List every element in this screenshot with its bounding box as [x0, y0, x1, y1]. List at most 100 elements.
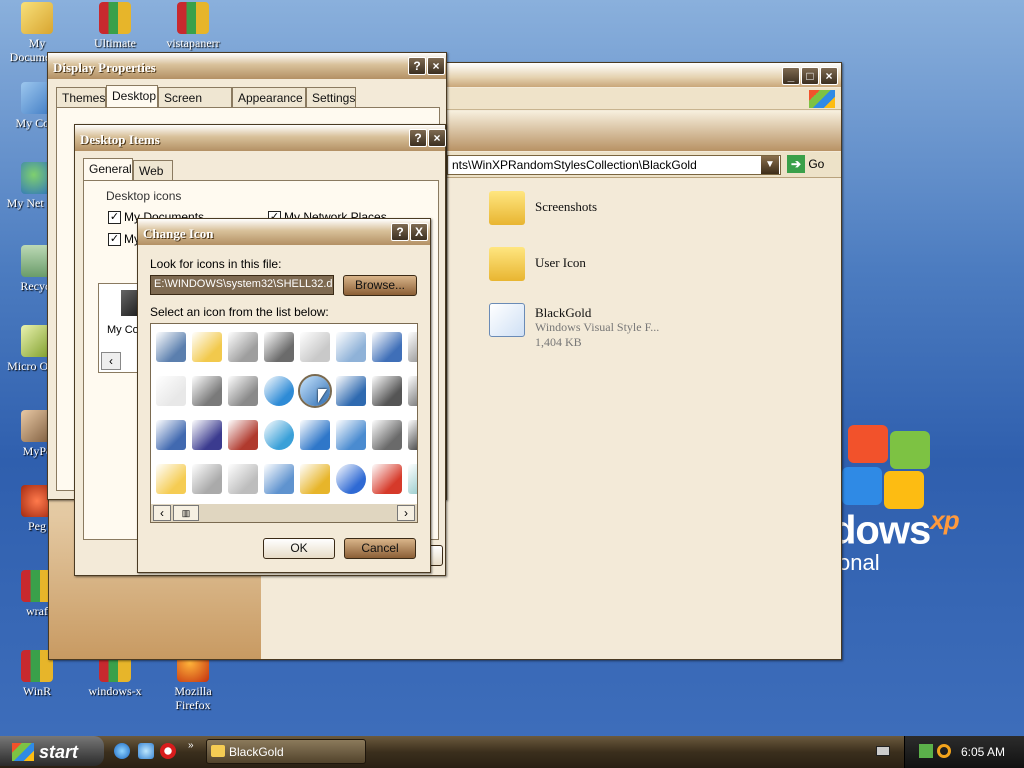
- scroll-thumb[interactable]: ▥: [173, 505, 199, 521]
- drive-disconnect-icon[interactable]: [228, 420, 258, 450]
- clock-icon[interactable]: [336, 332, 366, 362]
- file-size: 1,404 KB: [535, 335, 582, 349]
- file-name: User Icon: [535, 255, 586, 270]
- maximize-button[interactable]: □: [801, 67, 819, 85]
- windows-flag-icon: [809, 90, 835, 108]
- desktop-icon[interactable]: vistapanerr: [156, 2, 230, 50]
- partial-icon[interactable]: [408, 464, 417, 494]
- task-button-blackgold[interactable]: BlackGold: [206, 739, 366, 764]
- scroll-right-button[interactable]: ›: [397, 505, 415, 521]
- preview-label: My Co: [107, 324, 139, 336]
- window-icon[interactable]: [156, 332, 186, 362]
- file-name: BlackGold: [535, 305, 592, 320]
- blank-icon[interactable]: [408, 332, 417, 362]
- clock-small-icon[interactable]: [408, 420, 417, 450]
- windows-flag-icon: [12, 743, 34, 762]
- scanner-icon[interactable]: [372, 420, 402, 450]
- chip-icon[interactable]: [264, 332, 294, 362]
- browse-button[interactable]: Browse...: [343, 275, 417, 296]
- horizontal-scrollbar[interactable]: ‹ ▥ ›: [151, 504, 417, 522]
- file-name: Screenshots: [535, 199, 598, 214]
- tab-settings[interactable]: Settings: [306, 87, 356, 107]
- help-button[interactable]: ?: [409, 129, 427, 147]
- network-drive-icon[interactable]: [192, 376, 222, 406]
- minimize-button[interactable]: _: [782, 67, 800, 85]
- file-list: Screenshots User Icon BlackGold Windows Vis…: [485, 183, 825, 383]
- desktop-icon-label: WinR: [22, 684, 52, 698]
- tab-appearance[interactable]: Appearance: [232, 87, 306, 107]
- cd-drive-icon[interactable]: [228, 464, 258, 494]
- address-input[interactable]: nts\WinXPRandomStylesCollection\BlackGol…: [447, 155, 781, 175]
- quicklaunch-ie-icon[interactable]: [114, 743, 130, 759]
- search-tray-icon[interactable]: [937, 744, 951, 758]
- ok-button[interactable]: OK: [263, 538, 335, 559]
- desktop-icons-group-label: Desktop icons: [106, 189, 182, 203]
- file-item[interactable]: Screenshots: [485, 187, 785, 241]
- printer-icon[interactable]: [300, 332, 330, 362]
- tab-screen-saver[interactable]: Screen Saver: [158, 87, 232, 119]
- network-tray-icon[interactable]: [919, 744, 933, 758]
- document-icon[interactable]: [156, 376, 186, 406]
- help-button[interactable]: ?: [391, 223, 409, 241]
- windows-logo-subtext: onal: [838, 550, 880, 575]
- folder-icon[interactable]: [192, 332, 222, 362]
- tab-general[interactable]: General: [83, 158, 133, 180]
- file-path-input[interactable]: E:\WINDOWS\system32\SHELL32.dll: [150, 275, 334, 295]
- window-app-icon[interactable]: [372, 332, 402, 362]
- mouse-globe-icon[interactable]: [264, 420, 294, 450]
- folder-icon[interactable]: [156, 464, 186, 494]
- close-button[interactable]: ×: [428, 129, 446, 147]
- close-button[interactable]: ×: [820, 67, 838, 85]
- tab-themes[interactable]: Themes: [56, 87, 106, 107]
- tab-web[interactable]: Web: [133, 160, 173, 180]
- file-item[interactable]: BlackGold Windows Visual Style F... 1,404 …: [485, 299, 785, 353]
- go-button[interactable]: ➔ Go: [787, 155, 837, 175]
- go-arrow-icon: ➔: [787, 155, 805, 173]
- shortcut-icon[interactable]: [408, 376, 417, 406]
- magnifier-icon[interactable]: [336, 420, 366, 450]
- desktop-icon-label: windows-x: [88, 684, 142, 698]
- desktop-icon-label: Mozilla Firefox: [174, 684, 212, 712]
- shutdown-icon[interactable]: [372, 464, 402, 494]
- file-item[interactable]: User Icon: [485, 243, 785, 297]
- floppy-icon[interactable]: [192, 420, 222, 450]
- cancel-button[interactable]: Cancel: [344, 538, 416, 559]
- folder-icon: [489, 247, 525, 281]
- close-button[interactable]: X: [410, 223, 428, 241]
- rar-icon: [99, 2, 131, 34]
- camera-icon[interactable]: [372, 376, 402, 406]
- visual-style-file-icon: [489, 303, 525, 337]
- mouse-cursor-icon: [318, 389, 327, 403]
- computers-icon[interactable]: [264, 464, 294, 494]
- scroll-left-button[interactable]: ‹: [153, 505, 171, 521]
- drive-icon[interactable]: [228, 332, 258, 362]
- help-button[interactable]: ?: [408, 57, 426, 75]
- desktop-icon-label: Ultimate: [94, 36, 136, 50]
- quicklaunch-expand-icon[interactable]: »: [188, 740, 194, 751]
- help-icon[interactable]: [336, 464, 366, 494]
- icon-grid: ‹ ▥ ›: [150, 323, 418, 523]
- rar-icon: [177, 2, 209, 34]
- network-icon[interactable]: [300, 420, 330, 450]
- clock: 6:05 AM: [961, 745, 1006, 759]
- quicklaunch-explorer-icon[interactable]: [138, 743, 154, 759]
- quicklaunch-opera-icon[interactable]: [160, 743, 176, 759]
- address-dropdown-button[interactable]: ▼: [761, 156, 779, 174]
- drive-icon[interactable]: [192, 464, 222, 494]
- start-button[interactable]: start: [0, 736, 104, 766]
- keyboard-icon[interactable]: [876, 746, 890, 756]
- globe-icon[interactable]: [264, 376, 294, 406]
- my-documents-checkbox[interactable]: ✓: [108, 211, 121, 224]
- tab-desktop[interactable]: Desktop: [106, 85, 158, 107]
- file-label: Look for icons in this file:: [150, 257, 282, 271]
- scroll-left-button[interactable]: ‹: [101, 352, 121, 370]
- desktop-icon[interactable]: Ultimate: [78, 2, 152, 50]
- desktop-icon-label: vistapanerr: [166, 36, 220, 50]
- my-computer-checkbox[interactable]: ✓: [108, 233, 121, 246]
- window-icon[interactable]: [156, 420, 186, 450]
- taskbar: start » BlackGold 6:05 AM: [0, 736, 1024, 768]
- close-button[interactable]: ×: [427, 57, 445, 75]
- checkmark-icon[interactable]: [336, 376, 366, 406]
- folder-apps-icon[interactable]: [300, 464, 330, 494]
- server-icon[interactable]: [228, 376, 258, 406]
